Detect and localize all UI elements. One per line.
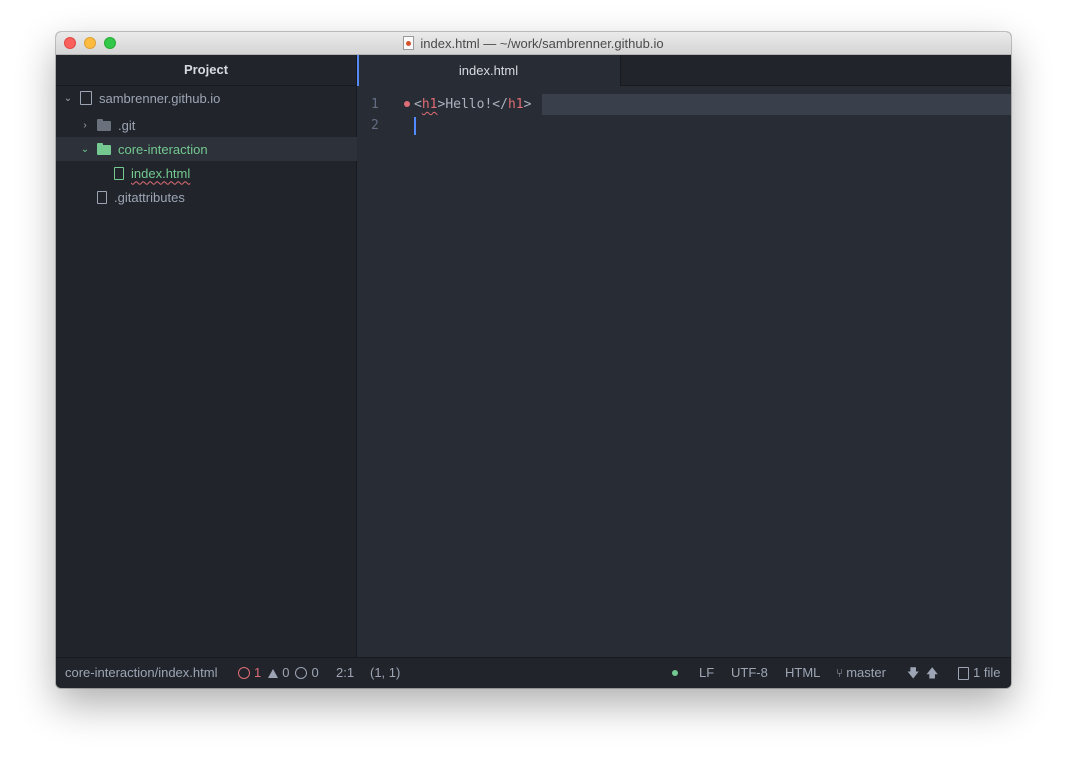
tab-label: index.html bbox=[458, 63, 519, 78]
branch-name: master bbox=[846, 665, 886, 680]
title-bar[interactable]: index.html — ~/work/sambrenner.github.io bbox=[56, 32, 1011, 55]
chevron-down-icon: ⌄ bbox=[63, 92, 73, 104]
tree-item-label: .git bbox=[118, 117, 136, 133]
error-icon bbox=[238, 667, 250, 679]
tree-view: Project ⌄ sambrenner.github.io › .git ⌄ … bbox=[56, 55, 379, 657]
status-branch[interactable]: ⑂ master bbox=[836, 658, 886, 688]
tree-item-label: .gitattributes bbox=[114, 189, 185, 205]
tree-item-git[interactable]: › .git bbox=[56, 113, 379, 137]
error-count: 1 bbox=[254, 665, 262, 680]
atom-window: index.html — ~/work/sambrenner.github.io… bbox=[56, 32, 1011, 688]
files-count: 1 file bbox=[973, 665, 1001, 680]
window-title-wrap: index.html — ~/work/sambrenner.github.io bbox=[56, 32, 1011, 54]
file-text-icon bbox=[97, 190, 107, 204]
warning-count: 0 bbox=[282, 665, 290, 680]
info-icon bbox=[295, 667, 308, 679]
tree-item-gitattributes[interactable]: .gitattributes bbox=[56, 185, 391, 209]
tag-name: h1 bbox=[421, 97, 438, 112]
repo-icon bbox=[80, 91, 92, 105]
tree-item-index-html[interactable]: index.html bbox=[56, 161, 408, 185]
status-cursor-position[interactable]: 2:1 bbox=[336, 658, 354, 688]
editor-pane: index.html 1 <h1>Hello!</h1> 2 bbox=[357, 55, 1011, 657]
status-git-files[interactable]: 1 file bbox=[958, 658, 1000, 688]
status-selection-count[interactable]: (1, 1) bbox=[370, 658, 400, 688]
status-grammar[interactable]: HTML bbox=[785, 658, 820, 688]
tree-item-label: core-interaction bbox=[118, 141, 208, 157]
arrow-up-icon: 🡅 bbox=[926, 666, 939, 680]
window-title: index.html — ~/work/sambrenner.github.io bbox=[420, 35, 664, 51]
tab-bar: index.html bbox=[357, 55, 1011, 86]
line-number: 1 bbox=[371, 97, 379, 112]
project-panel-header[interactable]: Project bbox=[56, 55, 356, 86]
git-branch-icon: ⑂ bbox=[836, 666, 844, 680]
file-text-icon bbox=[114, 166, 124, 180]
lint-error-indicator[interactable] bbox=[404, 101, 410, 107]
diff-file-icon bbox=[958, 666, 969, 680]
chevron-right-icon: › bbox=[83, 119, 87, 131]
status-sync-indicator[interactable] bbox=[672, 658, 678, 688]
tag-bracket: > bbox=[523, 97, 532, 112]
status-bar: core-interaction/index.html 1 0 0 2:1 (1… bbox=[56, 657, 1011, 688]
text-cursor bbox=[414, 117, 416, 135]
tree-item-label: index.html bbox=[131, 165, 191, 181]
text-content: Hello! bbox=[445, 97, 493, 112]
code-line-2[interactable]: 2 bbox=[357, 115, 1011, 136]
status-encoding[interactable]: UTF-8 bbox=[731, 658, 768, 688]
tree-root-project[interactable]: ⌄ sambrenner.github.io bbox=[56, 86, 362, 110]
push-button[interactable]: 🡅 bbox=[926, 658, 938, 688]
info-count: 0 bbox=[311, 665, 319, 680]
status-diagnostics[interactable]: 1 0 0 bbox=[238, 658, 319, 688]
tag-bracket: </ bbox=[492, 97, 508, 112]
warning-icon bbox=[268, 668, 279, 678]
tag-bracket: < bbox=[414, 97, 422, 112]
folder-icon bbox=[97, 119, 111, 131]
chevron-down-icon: ⌄ bbox=[80, 143, 90, 155]
status-line-ending[interactable]: LF bbox=[699, 658, 714, 688]
dot-green-icon bbox=[672, 670, 678, 676]
code-line-1[interactable]: 1 <h1>Hello!</h1> bbox=[357, 94, 1011, 115]
tree-item-core-interaction[interactable]: ⌄ core-interaction bbox=[56, 137, 379, 161]
status-file-path[interactable]: core-interaction/index.html bbox=[65, 658, 217, 688]
line-number: 2 bbox=[371, 118, 379, 133]
document-proxy-icon[interactable] bbox=[403, 36, 415, 50]
code-text: <h1>Hello!</h1> bbox=[414, 94, 531, 115]
tag-name: h1 bbox=[507, 97, 524, 112]
tree-root-label: sambrenner.github.io bbox=[99, 90, 221, 106]
selection-highlight bbox=[542, 94, 1011, 115]
fetch-button[interactable]: 🡇 bbox=[907, 658, 919, 688]
arrow-down-icon: 🡇 bbox=[907, 666, 920, 680]
tab-index-html[interactable]: index.html bbox=[357, 55, 621, 86]
folder-open-icon bbox=[97, 143, 111, 155]
